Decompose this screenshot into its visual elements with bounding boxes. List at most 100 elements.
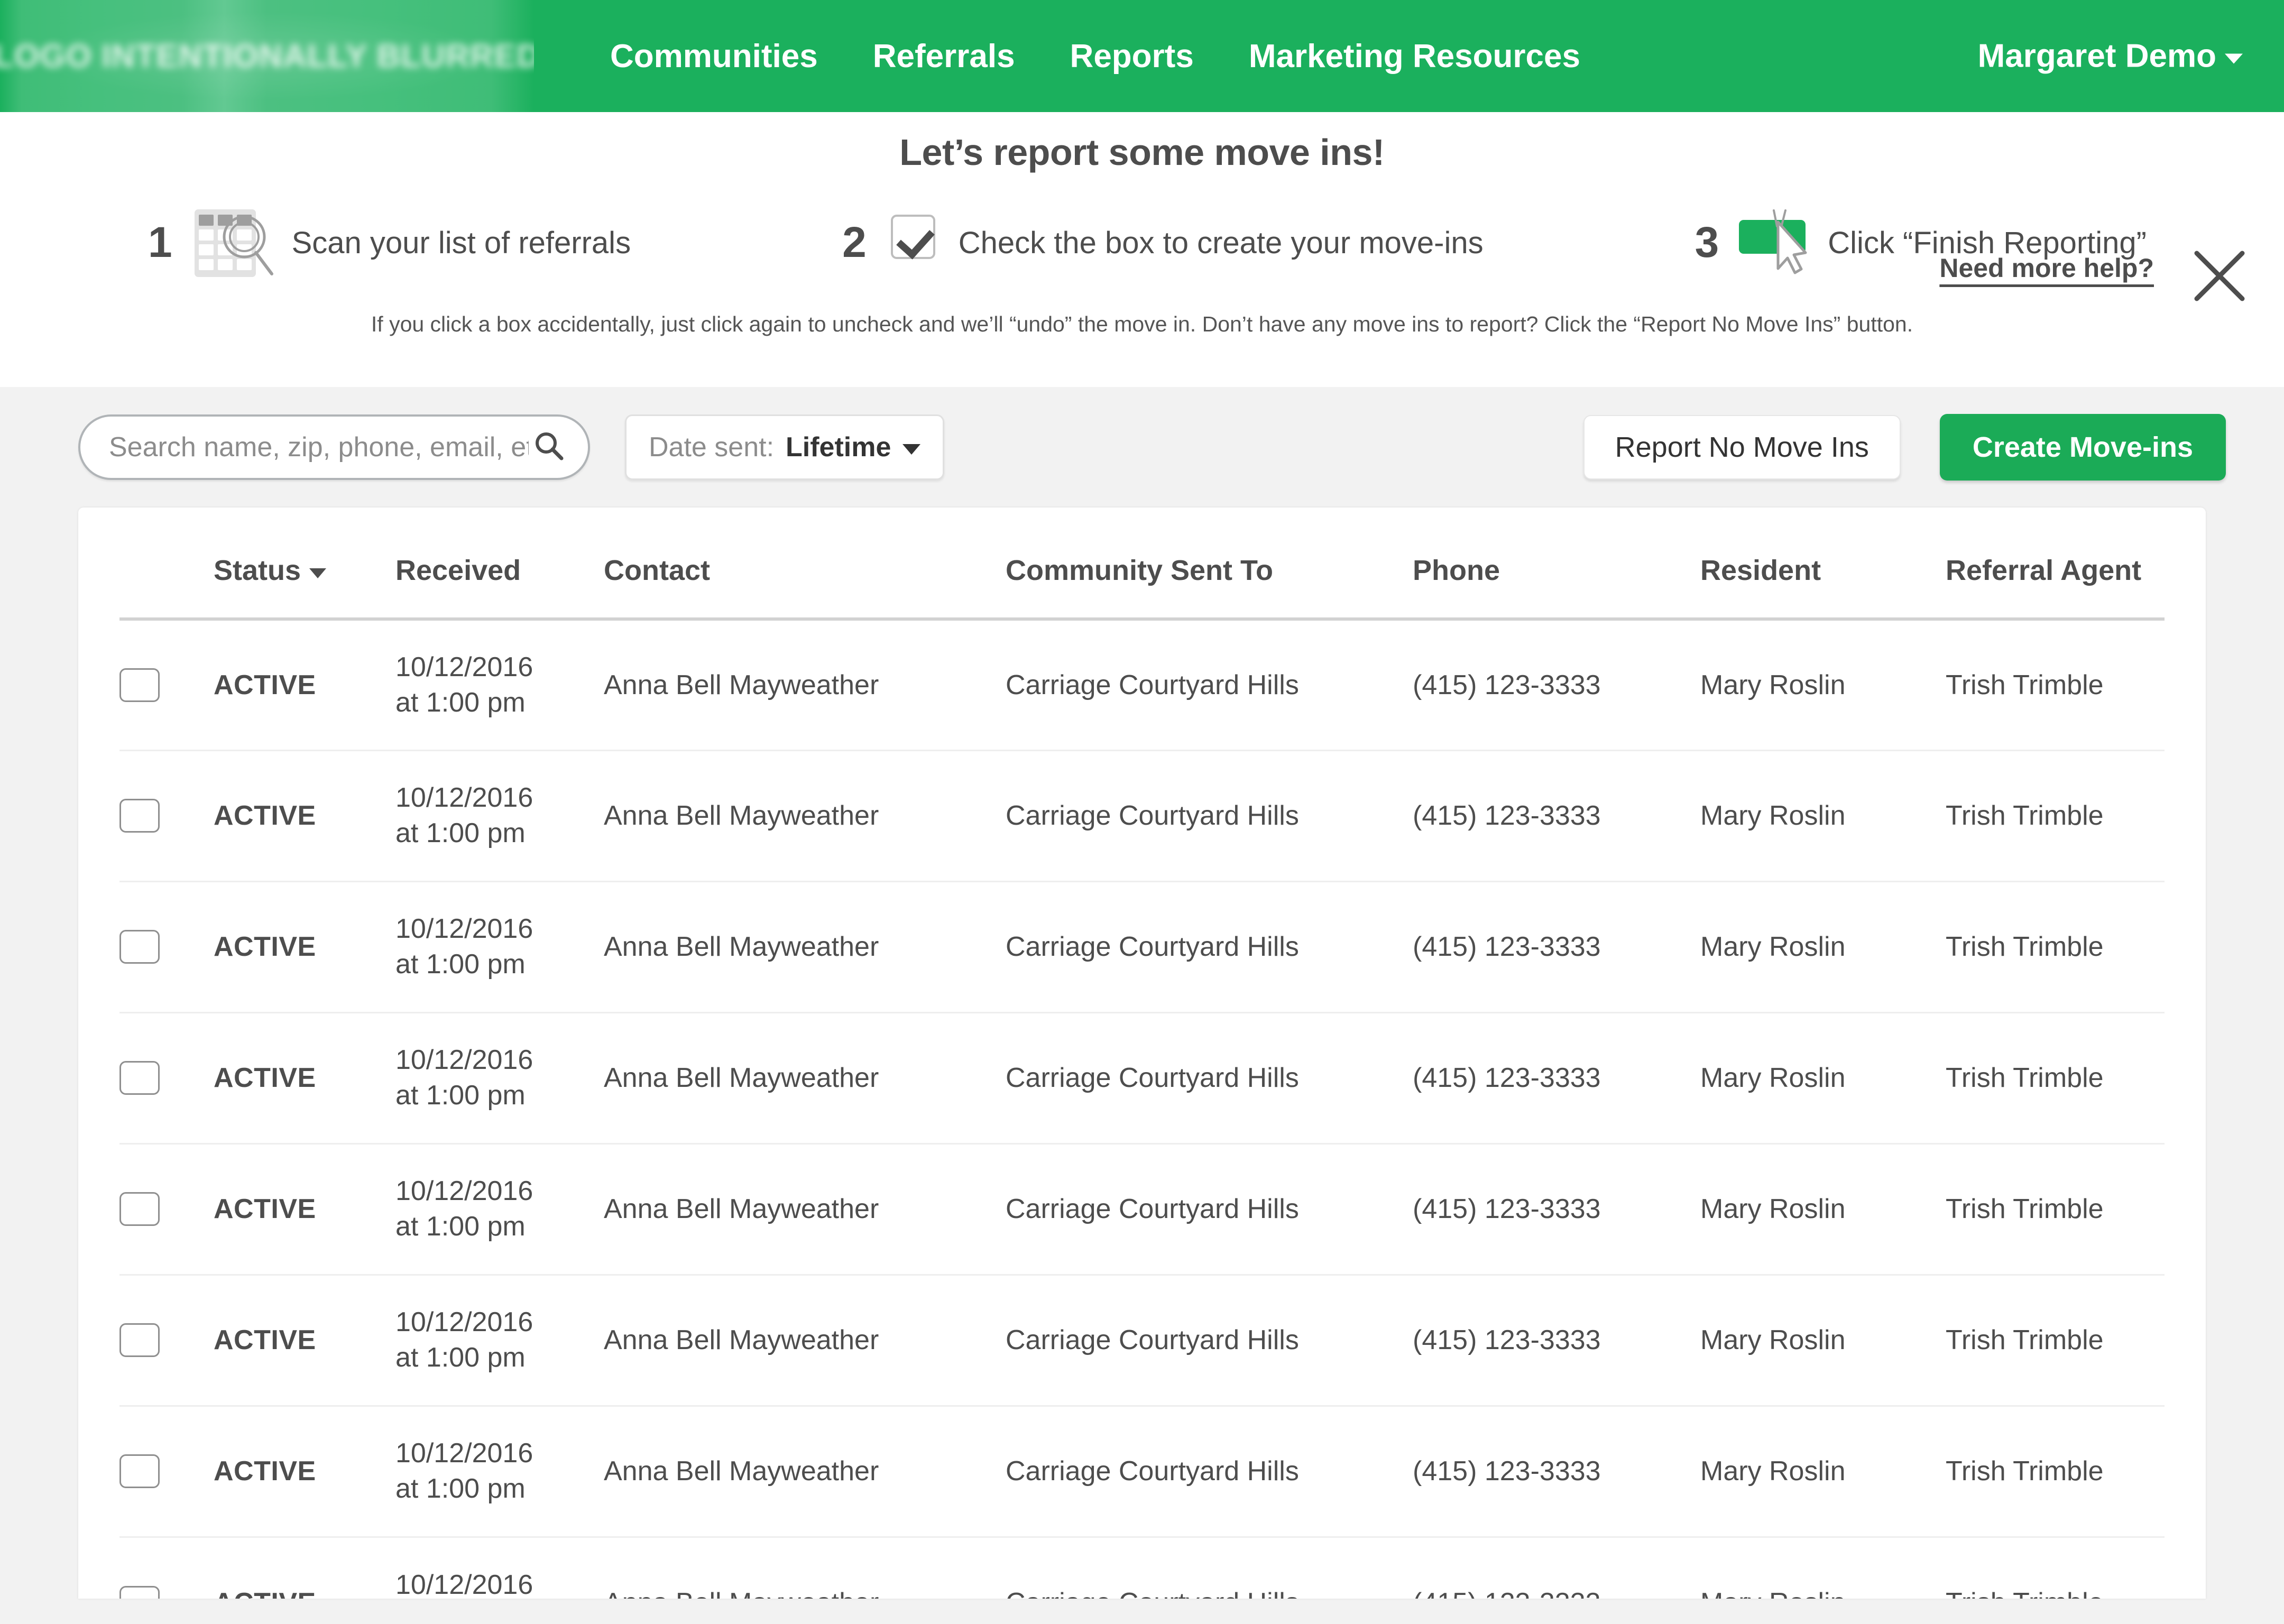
column-header-resident[interactable]: Resident bbox=[1700, 508, 1946, 619]
nav-link-referrals[interactable]: Referrals bbox=[845, 38, 1043, 75]
row-resident: Mary Roslin bbox=[1700, 881, 1946, 1012]
row-referral-agent: Trish Trimble bbox=[1946, 1012, 2165, 1143]
row-select-checkbox-cell[interactable] bbox=[119, 619, 214, 750]
nav-link-communities[interactable]: Communities bbox=[583, 38, 845, 75]
row-contact: Anna Bell Mayweather bbox=[604, 1143, 1006, 1275]
row-contact: Anna Bell Mayweather bbox=[604, 619, 1006, 750]
row-select-checkbox-cell[interactable] bbox=[119, 1537, 214, 1599]
nav-links: Communities Referrals Reports Marketing … bbox=[583, 38, 1608, 75]
row-select-checkbox[interactable] bbox=[119, 930, 160, 964]
row-status: ACTIVE bbox=[214, 619, 395, 750]
row-phone: (415) 123-3333 bbox=[1413, 1143, 1700, 1275]
row-select-checkbox[interactable] bbox=[119, 1061, 160, 1095]
row-community: Carriage Courtyard Hills bbox=[1006, 1143, 1413, 1275]
step-3-number: 3 bbox=[1695, 221, 1719, 264]
row-referral-agent: Trish Trimble bbox=[1946, 1406, 2165, 1537]
user-menu-label: Margaret Demo bbox=[1978, 38, 2216, 75]
row-received-date: 10/12/2016 bbox=[395, 1042, 604, 1078]
row-select-checkbox-cell[interactable] bbox=[119, 1275, 214, 1406]
row-phone: (415) 123-3333 bbox=[1413, 881, 1700, 1012]
step-1-label: Scan your list of referrals bbox=[292, 225, 631, 261]
row-status: ACTIVE bbox=[214, 1275, 395, 1406]
row-received: 10/12/2016at 1:00 pm bbox=[395, 1275, 604, 1406]
table-row[interactable]: ACTIVE10/12/2016at 1:00 pmAnna Bell Mayw… bbox=[119, 750, 2165, 881]
row-received: 10/12/2016at 1:00 pm bbox=[395, 1143, 604, 1275]
user-menu[interactable]: Margaret Demo bbox=[1978, 38, 2243, 75]
referrals-table-card: Status Received Contact Community Sent T… bbox=[78, 508, 2206, 1599]
row-received-date: 10/12/2016 bbox=[395, 1567, 604, 1599]
row-contact: Anna Bell Mayweather bbox=[604, 1406, 1006, 1537]
row-select-checkbox-cell[interactable] bbox=[119, 1406, 214, 1537]
row-select-checkbox[interactable] bbox=[119, 1323, 160, 1357]
search-input[interactable] bbox=[109, 431, 529, 463]
row-select-checkbox[interactable] bbox=[119, 1192, 160, 1226]
row-phone: (415) 123-3333 bbox=[1413, 750, 1700, 881]
table-row[interactable]: ACTIVE10/12/2016at 1:00 pmAnna Bell Mayw… bbox=[119, 1275, 2165, 1406]
row-select-checkbox-cell[interactable] bbox=[119, 750, 214, 881]
step-2: 2 Check the box to create your move-ins bbox=[842, 203, 1484, 282]
search-icon[interactable] bbox=[534, 431, 565, 464]
row-received-time: at 1:00 pm bbox=[395, 1471, 604, 1507]
row-contact: Anna Bell Mayweather bbox=[604, 750, 1006, 881]
sort-caret-down-icon[interactable] bbox=[309, 568, 326, 578]
row-referral-agent: Trish Trimble bbox=[1946, 619, 2165, 750]
table-row[interactable]: ACTIVE10/12/2016at 1:00 pmAnna Bell Mayw… bbox=[119, 619, 2165, 750]
column-header-referral-agent[interactable]: Referral Agent bbox=[1946, 508, 2165, 619]
row-select-checkbox[interactable] bbox=[119, 1454, 160, 1488]
row-community: Carriage Courtyard Hills bbox=[1006, 750, 1413, 881]
row-received-date: 10/12/2016 bbox=[395, 650, 604, 685]
row-received-time: at 1:00 pm bbox=[395, 685, 604, 721]
row-select-checkbox-cell[interactable] bbox=[119, 1012, 214, 1143]
row-select-checkbox-cell[interactable] bbox=[119, 1143, 214, 1275]
row-contact: Anna Bell Mayweather bbox=[604, 1275, 1006, 1406]
row-resident: Mary Roslin bbox=[1700, 1143, 1946, 1275]
table-header-row: Status Received Contact Community Sent T… bbox=[119, 508, 2165, 619]
nav-link-reports[interactable]: Reports bbox=[1043, 38, 1221, 75]
row-referral-agent: Trish Trimble bbox=[1946, 1143, 2165, 1275]
row-select-checkbox[interactable] bbox=[119, 668, 160, 702]
table-row[interactable]: ACTIVE10/12/2016at 1:00 pmAnna Bell Mayw… bbox=[119, 1406, 2165, 1537]
row-select-checkbox[interactable] bbox=[119, 1586, 160, 1599]
step-1: 1 Scan your list of referrals bbox=[148, 203, 631, 282]
table-search-icon bbox=[190, 203, 280, 282]
row-status: ACTIVE bbox=[214, 1143, 395, 1275]
row-community: Carriage Courtyard Hills bbox=[1006, 1406, 1413, 1537]
table-row[interactable]: ACTIVE10/12/2016at 1:00 pmAnna Bell Mayw… bbox=[119, 1143, 2165, 1275]
row-select-checkbox[interactable] bbox=[119, 799, 160, 833]
row-resident: Mary Roslin bbox=[1700, 1275, 1946, 1406]
create-move-ins-button[interactable]: Create Move-ins bbox=[1940, 414, 2226, 481]
table-row[interactable]: ACTIVE10/12/2016at 1:00 pmAnna Bell Mayw… bbox=[119, 1537, 2165, 1599]
logo[interactable]: LOGO INTENTIONALLY BLURRED bbox=[0, 0, 534, 112]
row-received-time: at 1:00 pm bbox=[395, 947, 604, 982]
row-status: ACTIVE bbox=[214, 750, 395, 881]
table-row[interactable]: ACTIVE10/12/2016at 1:00 pmAnna Bell Mayw… bbox=[119, 1012, 2165, 1143]
row-status: ACTIVE bbox=[214, 1012, 395, 1143]
column-header-status[interactable]: Status bbox=[214, 508, 395, 619]
search-box[interactable] bbox=[78, 414, 590, 480]
column-header-contact[interactable]: Contact bbox=[604, 508, 1006, 619]
nav-link-marketing-resources[interactable]: Marketing Resources bbox=[1221, 38, 1608, 75]
row-resident: Mary Roslin bbox=[1700, 1537, 1946, 1599]
row-community: Carriage Courtyard Hills bbox=[1006, 1275, 1413, 1406]
row-select-checkbox-cell[interactable] bbox=[119, 881, 214, 1012]
column-header-community[interactable]: Community Sent To bbox=[1006, 508, 1413, 619]
row-status: ACTIVE bbox=[214, 1406, 395, 1537]
report-no-move-ins-button[interactable]: Report No Move Ins bbox=[1583, 415, 1901, 479]
checkbox-checked-icon bbox=[885, 203, 947, 282]
content-area: Date sent: Lifetime Report No Move Ins C… bbox=[0, 387, 2284, 1599]
row-resident: Mary Roslin bbox=[1700, 1406, 1946, 1537]
need-more-help-link[interactable]: Need more help? bbox=[1939, 253, 2154, 283]
step-1-number: 1 bbox=[148, 221, 172, 264]
column-header-phone[interactable]: Phone bbox=[1413, 508, 1700, 619]
row-phone: (415) 123-3333 bbox=[1413, 1012, 1700, 1143]
table-row[interactable]: ACTIVE10/12/2016at 1:00 pmAnna Bell Mayw… bbox=[119, 881, 2165, 1012]
row-received-time: at 1:00 pm bbox=[395, 1340, 604, 1376]
row-referral-agent: Trish Trimble bbox=[1946, 1537, 2165, 1599]
date-sent-filter[interactable]: Date sent: Lifetime bbox=[625, 414, 944, 480]
column-header-select bbox=[119, 508, 214, 619]
toolbar-actions: Report No Move Ins Create Move-ins bbox=[1583, 414, 2226, 481]
instruction-banner: Let’s report some move ins! Need more he… bbox=[0, 112, 2284, 387]
row-phone: (415) 123-3333 bbox=[1413, 619, 1700, 750]
close-icon[interactable] bbox=[2192, 248, 2247, 303]
column-header-received[interactable]: Received bbox=[395, 508, 604, 619]
